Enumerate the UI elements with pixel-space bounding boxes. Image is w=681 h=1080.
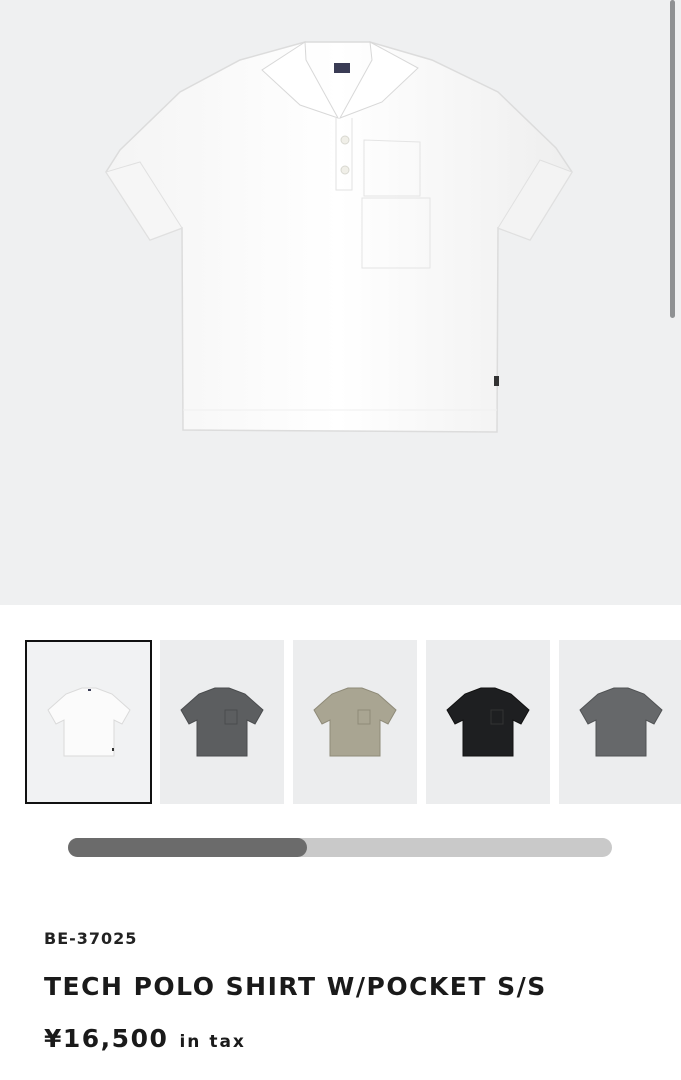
thumbnail-shirt-charcoal [180,687,264,757]
thumbnail-khaki[interactable] [293,640,417,804]
thumbnail-shirt-black [446,687,530,757]
polo-shirt-image [105,41,573,433]
thumbnail-shirt-white [46,687,131,757]
tax-note: in tax [179,1032,246,1052]
thumbnail-shirt-khaki [313,687,397,757]
thumbnail-black[interactable] [426,640,550,804]
thumbnail-scrollbar-track[interactable] [68,838,612,857]
thumbnail-scrollbar-thumb[interactable] [68,838,308,857]
page-scrollbar[interactable] [670,0,675,318]
thumbnail-strip[interactable] [0,640,681,804]
product-sku: BE-37025 [44,929,138,948]
price-line: ¥16,500 in tax [44,1024,246,1053]
thumbnail-charcoal-back[interactable] [559,640,681,804]
product-price: ¥16,500 [44,1024,169,1053]
thumbnail-white[interactable] [25,640,152,804]
thumbnail-charcoal[interactable] [160,640,284,804]
product-title: TECH POLO SHIRT W/POCKET S/S [44,972,547,1001]
main-product-image[interactable] [0,0,681,605]
thumbnail-shirt-charcoal-back [579,687,663,757]
